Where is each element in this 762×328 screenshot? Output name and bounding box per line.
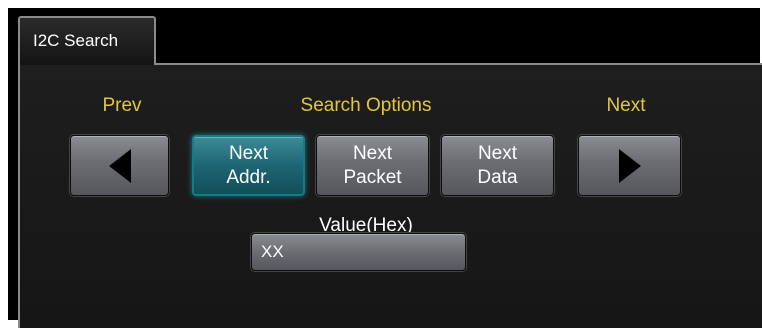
next-button[interactable]	[578, 135, 681, 196]
search-dialog: I2C Search Prev Search Options Next Next…	[8, 8, 762, 328]
arrow-left-icon	[108, 148, 131, 183]
prev-label: Prev	[102, 95, 142, 116]
next-address-button[interactable]: Next Addr.	[192, 135, 305, 196]
next-label: Next	[606, 95, 646, 116]
next-packet-label: Next Packet	[343, 142, 402, 188]
tab-label: I2C Search	[33, 31, 119, 50]
next-data-label: Next Data	[477, 142, 518, 188]
search-panel: Prev Search Options Next Next Addr. Next…	[18, 63, 762, 328]
next-address-label: Next Addr.	[226, 142, 271, 188]
arrow-right-icon	[618, 148, 641, 183]
next-data-button[interactable]: Next Data	[441, 135, 554, 196]
prev-button[interactable]	[70, 135, 169, 196]
value-hex-field[interactable]: XX	[251, 233, 466, 271]
search-options-label: Search Options	[300, 95, 432, 116]
next-packet-button[interactable]: Next Packet	[316, 135, 429, 196]
value-hex-text: XX	[261, 242, 284, 261]
tab-i2c-search[interactable]: I2C Search	[18, 16, 156, 65]
